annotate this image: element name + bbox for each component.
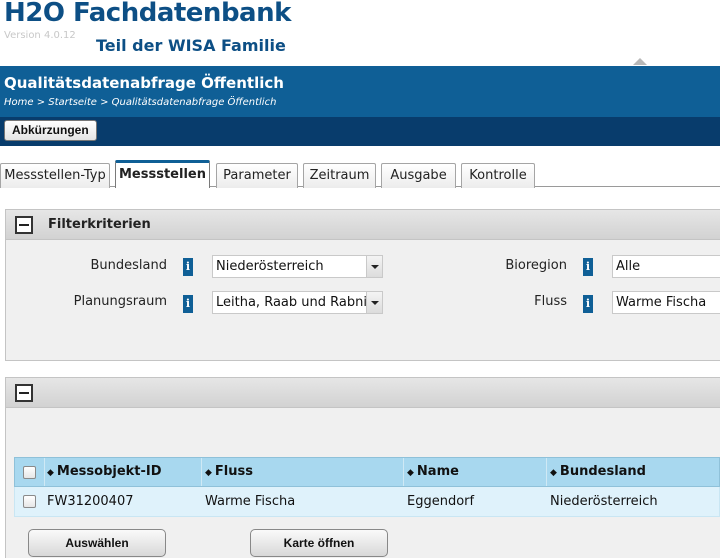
- fluss-select[interactable]: Warme Fischa: [612, 291, 720, 314]
- page-header: Qualitätsdatenabfrage Öffentlich Home > …: [0, 66, 720, 117]
- info-icon[interactable]: i: [583, 258, 593, 276]
- bundesland-value: Niederösterreich: [216, 259, 324, 274]
- filter-panel: Filterkriterien: [5, 209, 720, 361]
- row-checkbox[interactable]: [23, 495, 36, 508]
- cell-bundesland: Niederösterreich: [550, 494, 658, 509]
- column-header-fluss[interactable]: ◆ Fluss: [202, 458, 404, 486]
- table-row[interactable]: FW31200407 Warme Fischa Eggendorf Nieder…: [14, 487, 720, 517]
- collapse-icon[interactable]: [15, 216, 33, 234]
- column-header-bundesland[interactable]: ◆ Bundesland: [547, 458, 720, 486]
- bioregion-value: Alle: [616, 259, 641, 274]
- column-header-name[interactable]: ◆ Name: [404, 458, 547, 486]
- fluss-label: Fluss: [534, 294, 567, 309]
- select-all-cell: [15, 458, 45, 486]
- bundesland-label: Bundesland: [90, 258, 168, 273]
- cell-name: Eggendorf: [407, 494, 475, 509]
- info-icon[interactable]: i: [183, 258, 193, 276]
- tab-kontrolle[interactable]: Kontrolle: [461, 163, 535, 188]
- tab-messstellen-typ[interactable]: Messstellen-Typ: [0, 163, 110, 188]
- brand-header: H2O Fachdatenbank Version 4.0.12 Teil de…: [0, 0, 720, 66]
- results-panel-header: [6, 378, 720, 408]
- filter-panel-header: Filterkriterien: [6, 210, 720, 240]
- fluss-value: Warme Fischa: [616, 295, 707, 310]
- planungsraum-label: Planungsraum: [73, 294, 167, 309]
- open-map-button[interactable]: Karte öffnen: [250, 529, 388, 557]
- planungsraum-select[interactable]: Leitha, Raab und Rabnitz: [212, 291, 383, 314]
- tab-zeitraum[interactable]: Zeitraum: [303, 163, 376, 188]
- abbreviations-button[interactable]: Abkürzungen: [4, 120, 97, 141]
- tab-bar: Messstellen-Typ Messstellen Parameter Ze…: [0, 160, 720, 188]
- tab-ausgabe[interactable]: Ausgabe: [381, 163, 456, 188]
- sort-icon: ◆: [407, 468, 414, 478]
- planungsraum-value: Leitha, Raab und Rabnitz: [216, 295, 379, 310]
- triangle-up-icon[interactable]: [633, 58, 647, 65]
- app-version: Version 4.0.12: [4, 30, 76, 41]
- info-icon[interactable]: i: [183, 295, 193, 313]
- collapse-icon[interactable]: [15, 384, 33, 402]
- filter-panel-title: Filterkriterien: [48, 217, 151, 232]
- tab-parameter[interactable]: Parameter: [216, 163, 298, 188]
- cell-fluss: Warme Fischa: [205, 494, 296, 509]
- breadcrumb[interactable]: Home > Startseite > Qualitätsdatenabfrag…: [4, 97, 276, 108]
- bioregion-label: Bioregion: [505, 258, 567, 273]
- select-all-checkbox[interactable]: [23, 466, 36, 479]
- bioregion-select[interactable]: Alle: [612, 255, 720, 278]
- chevron-down-icon[interactable]: [366, 256, 382, 277]
- row-select-cell: [15, 487, 45, 516]
- chevron-down-icon[interactable]: [366, 292, 382, 313]
- app-subtitle: Teil der WISA Familie: [96, 36, 286, 55]
- toolbar: Abkürzungen: [0, 117, 720, 146]
- page-title: Qualitätsdatenabfrage Öffentlich: [4, 74, 284, 92]
- sort-icon: ◆: [550, 468, 557, 478]
- bundesland-select[interactable]: Niederösterreich: [212, 255, 383, 278]
- sort-icon: ◆: [205, 468, 212, 478]
- app-title: H2O Fachdatenbank: [4, 0, 291, 28]
- info-icon[interactable]: i: [583, 295, 593, 313]
- select-button[interactable]: Auswählen: [28, 529, 166, 557]
- tab-messstellen[interactable]: Messstellen: [115, 160, 210, 188]
- cell-messobjekt-id: FW31200407: [47, 494, 134, 509]
- sort-icon: ◆: [47, 468, 54, 478]
- results-table-header: ◆ Messobjekt-ID ◆ Fluss ◆ Name ◆ Bundesland: [14, 457, 720, 487]
- column-header-messobjekt-id[interactable]: ◆ Messobjekt-ID: [45, 458, 202, 486]
